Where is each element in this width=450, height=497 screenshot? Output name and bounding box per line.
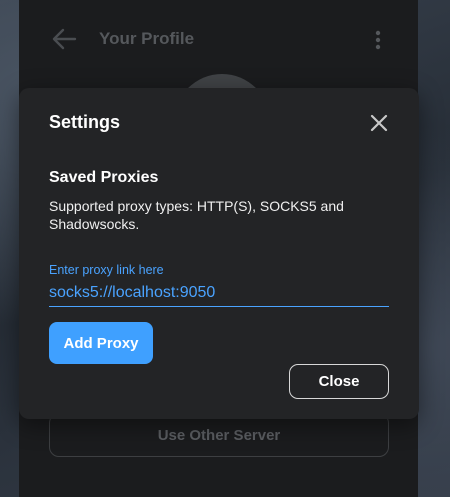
proxy-field-label: Enter proxy link here — [49, 263, 164, 277]
close-button[interactable]: Close — [289, 364, 389, 399]
more-vertical-icon[interactable] — [371, 30, 385, 50]
section-heading: Saved Proxies — [49, 169, 159, 186]
profile-header: Your Profile — [19, 0, 418, 78]
close-icon[interactable] — [370, 114, 388, 132]
proxy-link-input[interactable] — [49, 280, 389, 307]
back-arrow-icon[interactable] — [51, 27, 77, 51]
settings-dialog: Settings Saved Proxies Supported proxy t… — [19, 88, 419, 419]
section-description: Supported proxy types: HTTP(S), SOCKS5 a… — [49, 198, 344, 232]
add-proxy-button[interactable]: Add Proxy — [49, 322, 153, 364]
use-other-server-button[interactable]: Use Other Server — [49, 413, 389, 457]
dialog-title: Settings — [49, 112, 121, 132]
page-title: Your Profile — [99, 29, 195, 48]
